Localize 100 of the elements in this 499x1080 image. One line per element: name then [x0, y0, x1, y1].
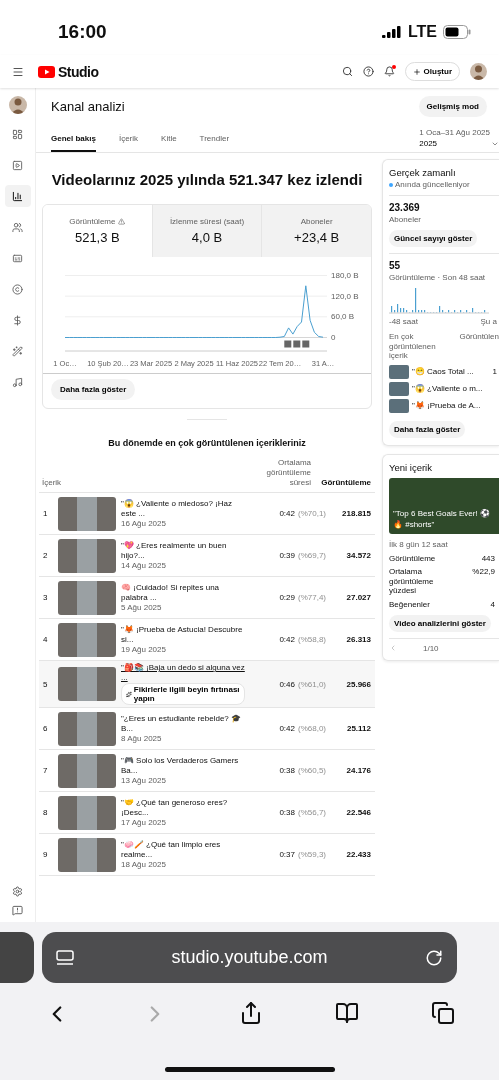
- video-analytics-button[interactable]: Video analizlerini göster: [389, 614, 491, 632]
- metric-tab[interactable]: Aboneler +23,4 B: [261, 205, 371, 257]
- video-title[interactable]: "🎮 Solo los Verdaderos Gamers Ba...: [121, 756, 245, 776]
- top-content-item[interactable]: "😁 Caos Total ... 1: [389, 364, 499, 379]
- show-more-button[interactable]: Daha fazla göster: [51, 379, 136, 400]
- battery-icon: [443, 24, 471, 39]
- period-label: İlk 8 gün 12 saat: [389, 539, 449, 550]
- avg-percent: (%60,5): [298, 766, 326, 776]
- rank-number: 7: [43, 766, 49, 776]
- video-date: 14 Ağu 2025: [121, 561, 167, 571]
- video-date: 16 Ağu 2025: [121, 519, 167, 529]
- view-count: 34.572: [345, 551, 371, 560]
- video-title[interactable]: 🧠 ¡Cuidado! Si repites una palabra ...: [121, 582, 245, 603]
- video-icon[interactable]: [12, 159, 23, 171]
- avatar-icon[interactable]: [470, 63, 487, 80]
- tab[interactable]: İçerik: [118, 134, 139, 152]
- video-title[interactable]: "🦊 ¡Prueba de Astucia! Descubre si...: [121, 624, 245, 645]
- bar-chart-icon: [12, 190, 23, 202]
- rank-number: 4: [43, 635, 49, 644]
- tab[interactable]: Kitle: [161, 134, 177, 152]
- rank-number: 9: [43, 850, 49, 860]
- signal-icon: [381, 25, 402, 38]
- feedback-icon[interactable]: [12, 905, 23, 916]
- show-more-button[interactable]: Daha fazla göster: [389, 420, 466, 438]
- address-bar[interactable]: studio.youtube.com: [42, 932, 457, 983]
- video-title[interactable]: "🎒📚 ¡Baja un dedo si alguna vez ...: [121, 663, 245, 683]
- metric-tab[interactable]: İzlenme süresi (saat) 4,0 B: [151, 205, 262, 257]
- avg-duration: 0:39: [279, 551, 295, 560]
- column-header: İçerik: [42, 478, 62, 488]
- reload-icon[interactable]: [425, 948, 443, 967]
- top-content-item[interactable]: "🦊 ¡Prueba de A...: [389, 398, 499, 413]
- video-marker[interactable]: [293, 340, 301, 348]
- date-range-picker[interactable]: 1 Oca–31 Ağu 2025 2025: [419, 128, 499, 152]
- tabs-icon[interactable]: [431, 1001, 456, 1027]
- video-marker[interactable]: [284, 340, 292, 348]
- axis-start-label: -48 saat: [389, 317, 418, 327]
- menu-icon[interactable]: [12, 65, 24, 78]
- view-count: 24.176: [345, 766, 371, 776]
- video-title[interactable]: "💖 ¿Eres realmente un buen hijo?...: [121, 540, 245, 561]
- advanced-mode-button[interactable]: Gelişmiş mod: [418, 96, 487, 117]
- video-preview[interactable]: "Top 6 Best Goals Ever! ⚽🔥 #shorts": [389, 477, 499, 534]
- dollar-icon[interactable]: [12, 314, 23, 326]
- video-title[interactable]: "🤝 ¿Qué tan generoso eres? ¡Desc...: [121, 798, 245, 818]
- caret-icon: [491, 140, 499, 148]
- browser-tab-preview[interactable]: [0, 932, 34, 983]
- avg-percent: (%77,4): [298, 593, 326, 602]
- view-count: 25.966: [345, 679, 371, 689]
- photo-placeholder: [389, 364, 409, 379]
- help-icon[interactable]: [362, 66, 374, 77]
- tab[interactable]: Genel bakış: [51, 134, 96, 152]
- y-tick-label: 180,0 B: [331, 271, 359, 280]
- subtitles-icon[interactable]: [12, 252, 23, 264]
- video-title[interactable]: "🧼🪥 ¿Qué tan limpio eres realme...: [121, 840, 245, 860]
- stat-value: 443: [481, 553, 495, 563]
- avg-percent: (%56,7): [298, 808, 326, 818]
- top-content-item[interactable]: "😱 ¿Valiente o m...: [389, 381, 499, 396]
- copyright-icon[interactable]: [12, 283, 23, 295]
- analytics-nav-item[interactable]: [4, 185, 31, 207]
- plus-icon: [412, 67, 421, 76]
- magic-wand-icon[interactable]: [12, 345, 23, 357]
- live-status: Anında güncelleniyor: [389, 180, 499, 189]
- create-button[interactable]: Oluştur: [404, 62, 460, 81]
- video-title[interactable]: "¿Eres un estudiante rebelde? 🎓 B...: [121, 714, 245, 734]
- y-tick-label: 120,0 B: [331, 291, 359, 301]
- bell-icon[interactable]: [383, 66, 395, 77]
- page-menu-icon[interactable]: [56, 949, 74, 966]
- avg-duration: 0:37: [279, 850, 295, 860]
- channel-avatar-icon[interactable]: [8, 96, 27, 114]
- rank-number: 2: [43, 551, 49, 560]
- view-count: 25.112: [345, 724, 371, 734]
- avg-duration: 0:29: [279, 593, 295, 602]
- show-count-button[interactable]: Güncel sayıyı göster: [389, 229, 478, 247]
- play-logo-icon: [38, 65, 55, 78]
- suggestion-chip[interactable]: Fikirlerle ilgili beyin fırtınası yapın: [121, 683, 245, 706]
- rank-number: 6: [43, 724, 49, 734]
- views-label: Görüntüleme · Son 48 saat: [389, 272, 487, 283]
- audience-icon[interactable]: [12, 221, 23, 233]
- video-marker[interactable]: [302, 340, 310, 348]
- view-count: 22.546: [345, 808, 371, 818]
- column-header: Görüntülen: [459, 332, 499, 344]
- table-row[interactable]: 5 "🎒📚 ¡Baja un dedo si alguna vez ... Fikirlerle ilgili beyin fırtınası yapın 0:46 (%61,0) 25.966: [39, 661, 375, 709]
- settings-icon[interactable]: [12, 886, 23, 897]
- avg-duration: 0:42: [279, 635, 295, 644]
- video-title[interactable]: "😱 ¿Valiente o miedoso? ¡Haz este ...: [121, 498, 245, 519]
- stat-label: Beğenenler: [389, 599, 430, 610]
- tab[interactable]: Trendler: [199, 134, 230, 152]
- photo-placeholder: [58, 711, 116, 746]
- network-label: LTE: [407, 22, 437, 41]
- warning-icon: [118, 218, 126, 225]
- music-icon[interactable]: [12, 376, 23, 388]
- headline: Videolarınız 2025 yılında 521.347 kez izlendi: [51, 171, 363, 188]
- photo-placeholder: [58, 667, 116, 702]
- logo-text: Studio: [58, 63, 99, 80]
- photo-placeholder: [389, 398, 409, 413]
- avg-duration: 0:38: [279, 808, 295, 818]
- page-indicator: 1/10: [423, 643, 439, 653]
- search-icon[interactable]: [341, 66, 353, 77]
- y-tick-label: 60,0 B: [331, 312, 355, 322]
- avg-percent: (%58,8): [298, 635, 326, 644]
- dashboard-icon[interactable]: [12, 128, 23, 140]
